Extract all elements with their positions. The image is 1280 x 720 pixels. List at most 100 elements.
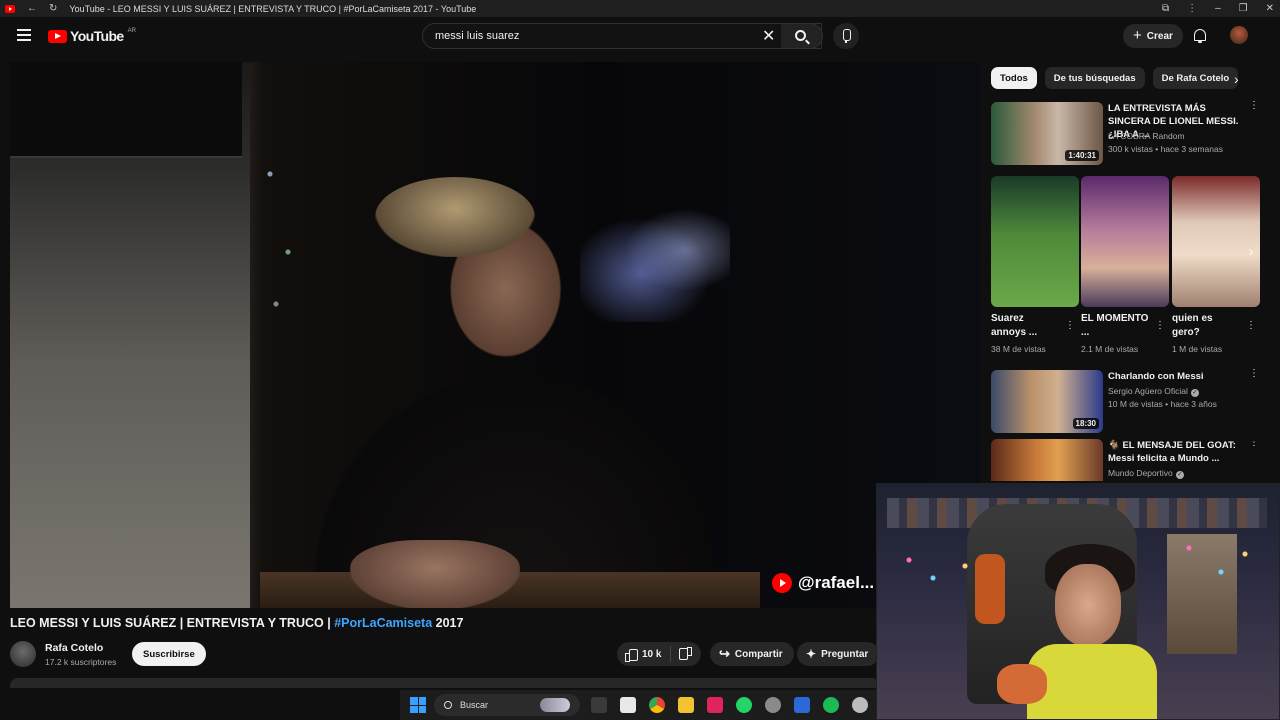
logo-wordmark: YouTube bbox=[70, 28, 124, 44]
verified-icon: ✓ bbox=[1175, 471, 1184, 479]
search-button[interactable] bbox=[781, 23, 823, 49]
short-views: 1 M de vistas bbox=[1172, 344, 1223, 354]
title-main: LEO MESSI Y LUIS SUÁREZ | ENTREVISTA Y T… bbox=[10, 616, 335, 630]
more-options-icon[interactable]: ⋮ bbox=[1249, 101, 1259, 111]
chip-all[interactable]: Todos bbox=[991, 67, 1037, 89]
whatsapp-icon[interactable] bbox=[736, 697, 752, 713]
task-view-icon[interactable] bbox=[591, 697, 607, 713]
short-title[interactable]: EL MOMENTO ... bbox=[1081, 312, 1151, 340]
extensions-icon[interactable]: ⧉ bbox=[1162, 3, 1169, 14]
youtube-watermark-icon bbox=[772, 573, 792, 593]
window-controls: ⧉ ⋮ – ❐ ✕ bbox=[1162, 0, 1274, 17]
app-icon[interactable] bbox=[794, 697, 810, 713]
search-input[interactable] bbox=[435, 30, 755, 42]
app-icon[interactable] bbox=[707, 697, 723, 713]
share-icon: ↪ bbox=[719, 646, 730, 661]
sparkle-icon: ✦ bbox=[806, 647, 817, 661]
youtube-logo[interactable]: YouTube AR bbox=[48, 28, 136, 44]
video-duration: 18:30 bbox=[1072, 418, 1099, 429]
rec-channel[interactable]: Sergio Agüero Oficial ✓ bbox=[1108, 386, 1199, 397]
dislike-button[interactable] bbox=[671, 649, 701, 660]
more-options-icon[interactable]: ⋮ bbox=[1155, 320, 1165, 331]
minimize-button[interactable]: – bbox=[1215, 3, 1221, 14]
more-options-icon[interactable]: ⋮ bbox=[1249, 369, 1259, 379]
streamer-webcam-overlay bbox=[876, 483, 1280, 720]
country-code: AR bbox=[127, 28, 136, 34]
browser-titlebar: ← ↻ YouTube - LEO MESSI Y LUIS SUÁREZ | … bbox=[0, 0, 1280, 17]
sidebar-chips: Todos De tus búsquedas De Rafa Cotelo bbox=[991, 67, 1239, 89]
rec-title[interactable]: 🐐 EL MENSAJE DEL GOAT: Messi felicita a … bbox=[1108, 439, 1248, 465]
video-thumbnail[interactable]: 1:40:31 bbox=[991, 102, 1103, 165]
rec-channel-name: Mundo Deportivo bbox=[1108, 468, 1173, 478]
channel-avatar[interactable] bbox=[10, 641, 36, 667]
menu-icon[interactable] bbox=[17, 29, 31, 41]
close-window-button[interactable]: ✕ bbox=[1266, 3, 1274, 14]
share-label: Compartir bbox=[734, 648, 783, 660]
description-box[interactable] bbox=[10, 678, 880, 688]
title-hashtag-link[interactable]: #PorLaCamiseta bbox=[334, 616, 432, 630]
browser-menu-icon[interactable]: ⋮ bbox=[1187, 3, 1197, 14]
ask-button[interactable]: ✦ Preguntar bbox=[797, 642, 880, 666]
chip-from-channel[interactable]: De Rafa Cotelo bbox=[1152, 67, 1239, 89]
back-icon[interactable]: ← bbox=[27, 3, 37, 14]
account-avatar[interactable] bbox=[1230, 26, 1248, 44]
short-thumbnail[interactable] bbox=[991, 176, 1079, 307]
youtube-favicon-icon bbox=[5, 4, 15, 13]
reload-icon[interactable]: ↻ bbox=[49, 3, 57, 14]
taskbar-search-label: Buscar bbox=[460, 700, 489, 710]
notifications-icon[interactable] bbox=[1193, 28, 1207, 43]
subscriber-count: 17.2 k suscriptores bbox=[45, 657, 117, 667]
clear-search-icon[interactable]: ✕ bbox=[762, 26, 775, 46]
more-options-icon[interactable]: ⋮ bbox=[1065, 320, 1075, 331]
masthead: YouTube AR ✕ + Crear bbox=[0, 17, 1280, 57]
window-title: YouTube - LEO MESSI Y LUIS SUÁREZ | ENTR… bbox=[69, 3, 477, 14]
restore-button[interactable]: ❐ bbox=[1239, 3, 1248, 14]
taskbar-search[interactable]: Buscar bbox=[434, 694, 580, 716]
video-title: LEO MESSI Y LUIS SUÁREZ | ENTREVISTA Y T… bbox=[10, 616, 463, 630]
recommended-video[interactable]: 1:40:31 LA ENTREVISTA MÁS SINCERA DE LIO… bbox=[991, 101, 1263, 168]
like-button[interactable]: 10 k bbox=[617, 646, 672, 662]
rec-channel-name: Sergio Agüero Oficial bbox=[1108, 386, 1188, 396]
video-thumbnail[interactable] bbox=[991, 439, 1103, 481]
short-thumbnail[interactable] bbox=[1081, 176, 1169, 307]
subscribe-button[interactable]: Suscribirse bbox=[132, 642, 206, 666]
create-button[interactable]: + Crear bbox=[1123, 24, 1183, 48]
channel-watermark: @rafael... bbox=[772, 573, 874, 593]
rec-channel[interactable]: LA COBRA Random bbox=[1108, 131, 1185, 141]
shorts-shelf: Suarez annoys ... 38 M de vistas ⋮ EL MO… bbox=[991, 176, 1263, 356]
more-options-icon[interactable]: ⋮ bbox=[1246, 320, 1256, 331]
channel-name[interactable]: Rafa Cotelo bbox=[45, 642, 103, 654]
file-explorer-icon[interactable] bbox=[678, 697, 694, 713]
like-count: 10 k bbox=[642, 648, 662, 660]
thumbs-up-icon bbox=[625, 648, 638, 662]
store-icon[interactable] bbox=[620, 697, 636, 713]
voice-search-icon[interactable] bbox=[833, 23, 859, 49]
title-year: 2017 bbox=[432, 616, 464, 630]
verified-icon: ✓ bbox=[1190, 389, 1199, 397]
rec-channel[interactable]: Mundo Deportivo ✓ bbox=[1108, 468, 1184, 479]
video-thumbnail[interactable]: 18:30 bbox=[991, 370, 1103, 433]
settings-icon[interactable] bbox=[765, 697, 781, 713]
rec-title[interactable]: Charlando con Messi bbox=[1108, 370, 1248, 383]
chip-from-searches[interactable]: De tus búsquedas bbox=[1044, 67, 1145, 89]
windows-start-icon[interactable] bbox=[410, 697, 426, 713]
spotify-icon[interactable] bbox=[823, 697, 839, 713]
short-thumbnail[interactable] bbox=[1172, 176, 1260, 307]
short-title[interactable]: Suarez annoys ... bbox=[991, 312, 1061, 340]
chevron-right-icon[interactable]: › bbox=[1234, 71, 1239, 87]
chrome-icon[interactable] bbox=[649, 697, 665, 713]
app-icon[interactable] bbox=[852, 697, 868, 713]
share-button[interactable]: ↪ Compartir bbox=[710, 642, 794, 666]
recommended-video[interactable]: 18:30 Charlando con Messi Sergio Agüero … bbox=[991, 369, 1263, 433]
plus-icon: + bbox=[1133, 26, 1142, 44]
video-player[interactable]: @rafael... bbox=[10, 62, 980, 608]
short-title[interactable]: quien es gero? bbox=[1172, 312, 1242, 340]
search-icon bbox=[444, 701, 452, 709]
video-frame bbox=[10, 62, 980, 608]
video-duration: 1:40:31 bbox=[1065, 150, 1099, 161]
recommended-video[interactable]: 🐐 EL MENSAJE DEL GOAT: Messi felicita a … bbox=[991, 439, 1263, 481]
youtube-play-icon bbox=[48, 29, 67, 43]
like-dislike-group: 10 k bbox=[617, 642, 702, 666]
shorts-next-icon[interactable]: › bbox=[1249, 244, 1265, 266]
more-options-icon[interactable]: ⋮ bbox=[1249, 439, 1259, 448]
